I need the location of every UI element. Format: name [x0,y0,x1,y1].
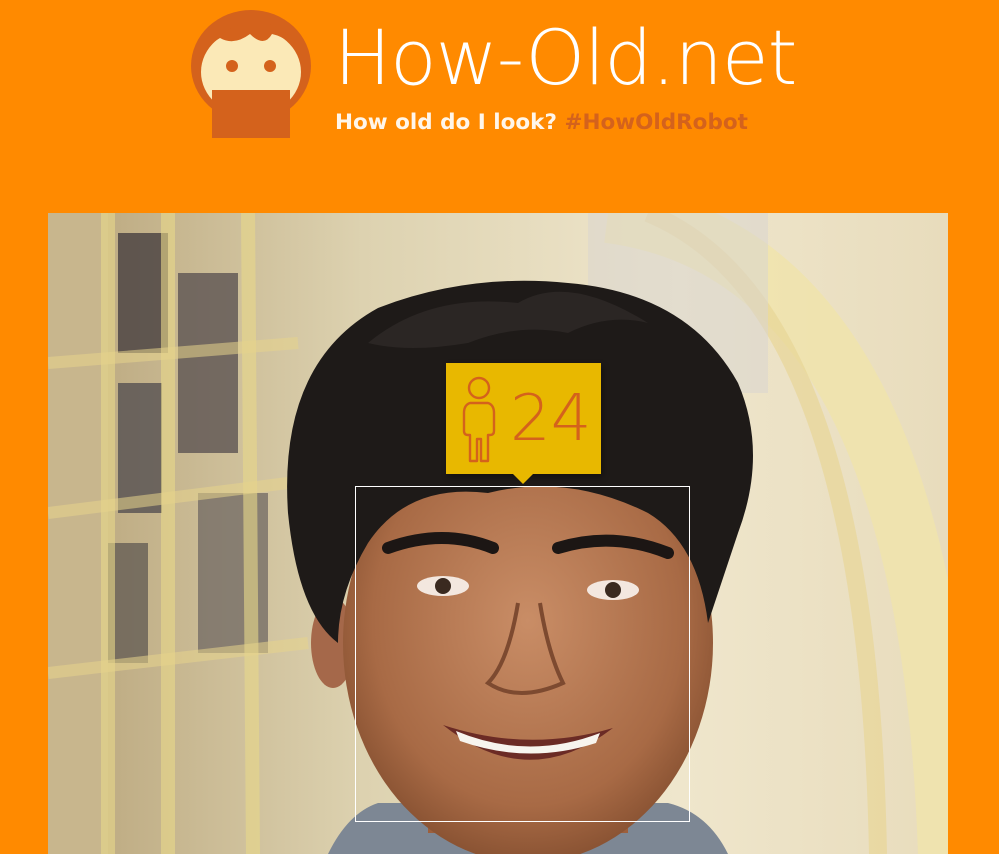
robot-logo-icon [190,8,312,140]
age-badge: 24 [446,363,601,484]
badge-pointer [512,473,534,484]
site-title: How-Old.net [334,13,797,102]
tagline-question: How old do I look? [335,110,557,135]
hashtag-link[interactable]: #HowOldRobot [564,110,747,135]
male-figure-icon [462,376,496,463]
tagline: How old do I look? #HowOldRobot [335,109,748,137]
face-detection-box [355,486,690,822]
analyzed-photo: 24 [48,213,948,854]
age-value: 24 [510,382,592,456]
